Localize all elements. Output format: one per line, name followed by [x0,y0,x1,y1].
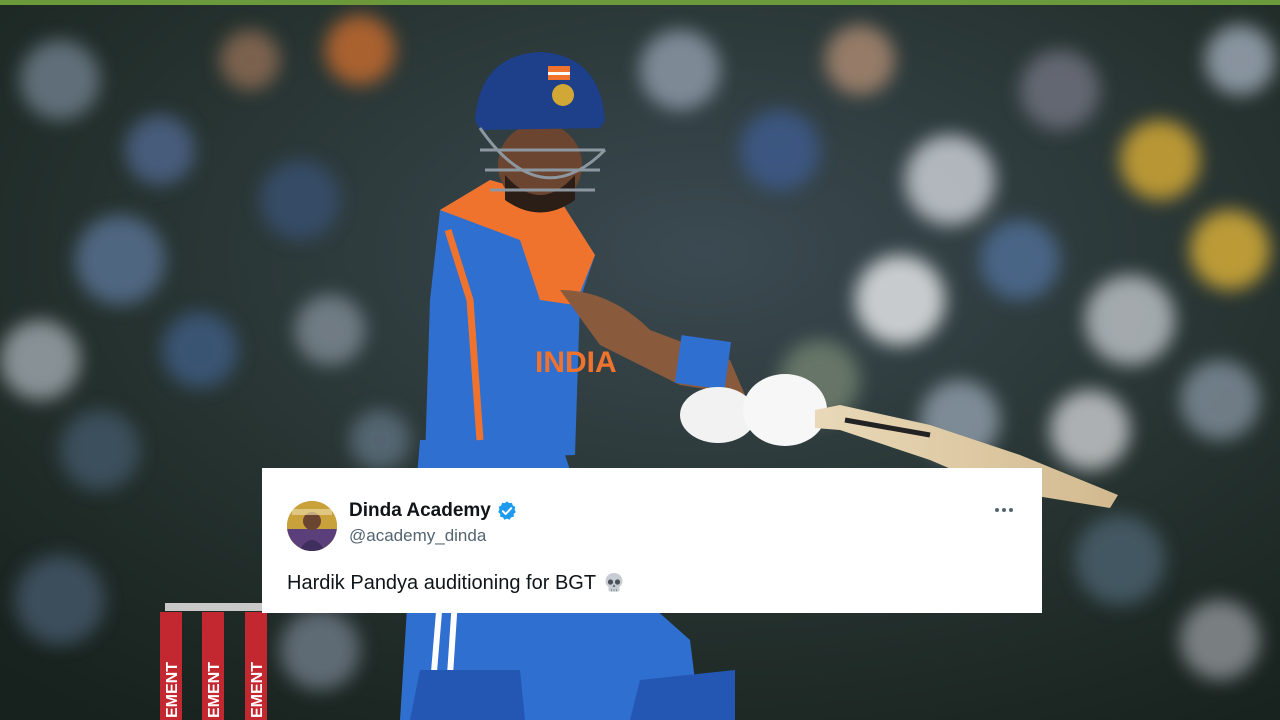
display-name[interactable]: Dinda Academy [349,500,491,522]
glove-right [743,374,827,446]
jersey-text: INDIA [535,346,617,379]
wristband [674,335,732,390]
leg-pad-left [410,670,525,720]
top-green-bar [0,0,1280,5]
avatar[interactable] [287,501,337,551]
tweet-text: Hardik Pandya auditioning for BGT [287,571,597,594]
stump-text: EMENT [206,662,223,718]
stump-text: EMENT [164,662,181,718]
tweet-card[interactable]: Dinda Academy @academy_dinda Hardik Pand… [262,468,1042,613]
stumps: EMENT EMENT EMENT [160,603,267,720]
avatar-image [287,501,337,551]
user-handle[interactable]: @academy_dinda [349,526,486,546]
more-options-icon[interactable] [992,500,1016,520]
verified-badge-icon [496,500,518,522]
stump-text: EMENT [249,662,266,718]
skull-icon [602,571,626,595]
